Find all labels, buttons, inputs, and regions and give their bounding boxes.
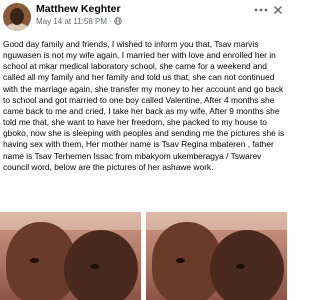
close-icon[interactable] xyxy=(273,5,283,15)
avatar-face xyxy=(10,8,24,25)
meta-separator: · xyxy=(109,17,112,26)
photo-eye xyxy=(176,258,185,263)
post-photo-1[interactable] xyxy=(0,212,141,300)
photo-person-right xyxy=(64,230,138,300)
photo-grid xyxy=(0,212,287,300)
post-header: Matthew Keghter May 14 at 11:58 PM · xyxy=(0,0,287,36)
photo-eye xyxy=(90,264,99,269)
post-body-text: Good day family and friends, I wished to… xyxy=(3,39,285,172)
photo-eye xyxy=(30,258,39,263)
more-icon[interactable] xyxy=(253,5,269,15)
author-name[interactable]: Matthew Keghter xyxy=(36,3,121,15)
photo-person-right xyxy=(210,230,284,300)
author-avatar[interactable] xyxy=(3,3,31,31)
post-meta: May 14 at 11:58 PM · xyxy=(36,17,122,26)
post-timestamp[interactable]: May 14 at 11:58 PM xyxy=(36,17,107,26)
post-photo-2[interactable] xyxy=(146,212,287,300)
globe-icon xyxy=(113,17,122,25)
photo-eye xyxy=(236,264,245,269)
